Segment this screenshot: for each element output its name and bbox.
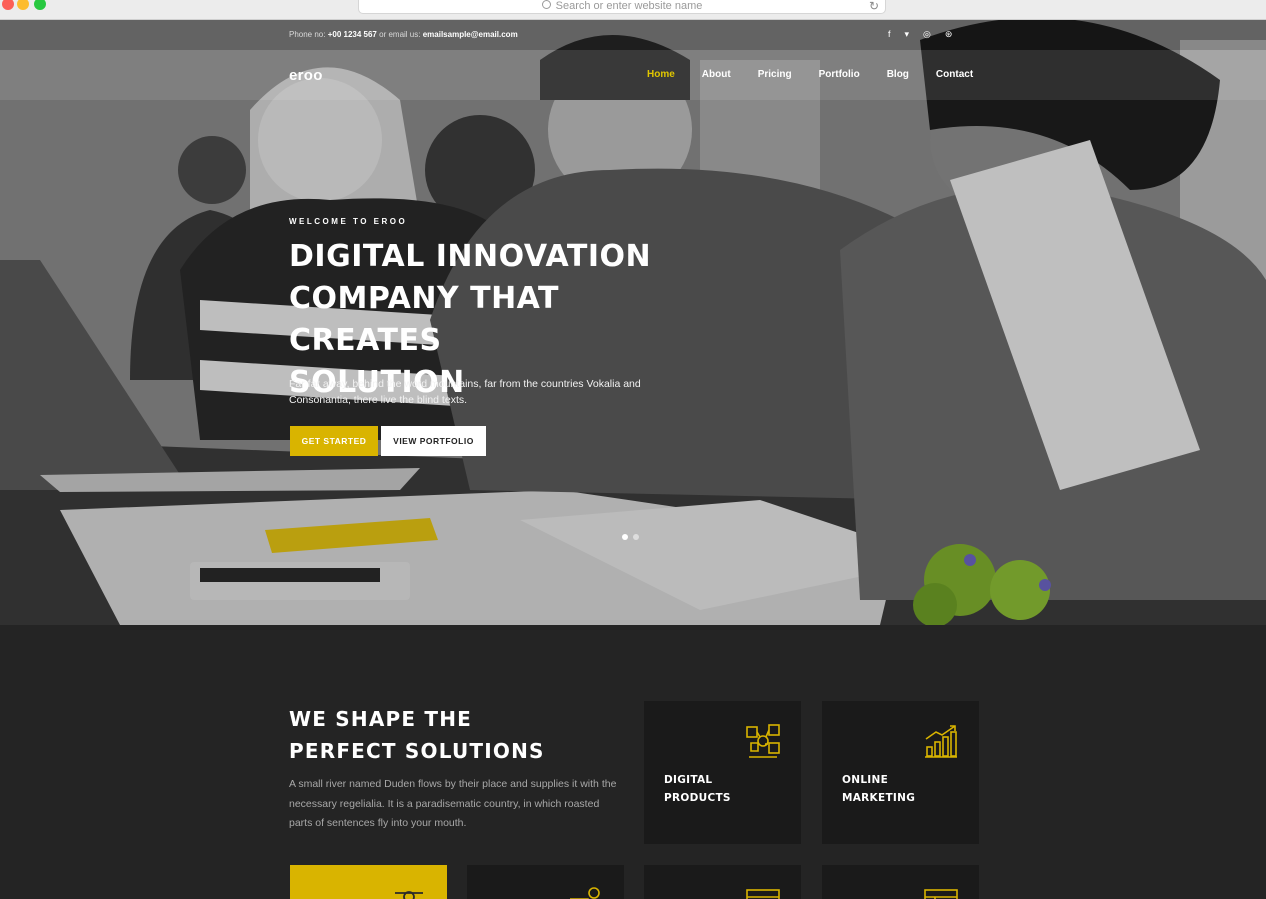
address-placeholder: Search or enter website name (555, 0, 703, 12)
site-logo[interactable]: eroo (289, 67, 323, 84)
address-bar[interactable]: Search or enter website name ↻ (358, 0, 886, 14)
services-section: WE SHAPE THE PERFECT SOLUTIONS A small r… (0, 625, 1266, 899)
hero-eyebrow: WELCOME TO EROO (289, 217, 408, 226)
digital-products-icon (746, 724, 780, 758)
carousel-dot[interactable] (622, 534, 628, 540)
web-layout-icon (924, 889, 958, 899)
design-tool-icon (395, 891, 423, 899)
main-navbar: eroo Home About Pricing Portfolio Blog C… (0, 50, 1266, 100)
social-links: f ▾ ◎ ⊛ (888, 29, 952, 40)
phone-number[interactable]: +00 1234 567 (328, 30, 377, 39)
get-started-button[interactable]: GET STARTED (290, 426, 378, 456)
services-description: A small river named Duden flows by their… (289, 778, 617, 829)
carousel-dots (622, 534, 639, 540)
nav-portfolio[interactable]: Portfolio (819, 69, 860, 80)
browser-toolbar: Search or enter website name ↻ (0, 0, 1266, 20)
close-window-button[interactable] (2, 0, 14, 10)
hero-section: Phone no: +00 1234 567 or email us: emai… (0, 20, 1266, 625)
nav-about[interactable]: About (702, 69, 731, 80)
zoom-window-button[interactable] (34, 0, 46, 10)
top-contact-bar: Phone no: +00 1234 567 or email us: emai… (0, 20, 1266, 50)
nav-contact[interactable]: Contact (936, 69, 973, 80)
service-card-label: ONLINE MARKETING (842, 771, 915, 807)
email-prefix: or email us: (379, 30, 421, 39)
contact-info: Phone no: +00 1234 567 or email us: emai… (289, 30, 518, 39)
services-title: WE SHAPE THE PERFECT SOLUTIONS (289, 703, 545, 767)
minimize-window-button[interactable] (17, 0, 29, 10)
carousel-dot[interactable] (633, 534, 639, 540)
browser-window-icon (746, 889, 780, 899)
hero-headline-line: COMPANY THAT CREATES (289, 281, 560, 358)
instagram-icon[interactable]: ◎ (923, 29, 931, 40)
service-card[interactable] (290, 865, 447, 899)
services-title-line: WE SHAPE THE (289, 707, 473, 731)
service-card-label: DIGITAL PRODUCTS (664, 771, 731, 807)
service-card[interactable] (644, 865, 801, 899)
main-nav: Home About Pricing Portfolio Blog Contac… (647, 69, 1000, 80)
dribbble-icon[interactable]: ⊛ (945, 29, 953, 40)
hero-headline-line: DIGITAL INNOVATION (289, 239, 652, 274)
service-card[interactable] (467, 865, 624, 899)
services-title-line: PERFECT SOLUTIONS (289, 739, 545, 763)
service-card[interactable] (822, 865, 979, 899)
service-card-digital-products[interactable]: DIGITAL PRODUCTS (644, 701, 801, 844)
view-portfolio-button[interactable]: VIEW PORTFOLIO (381, 426, 486, 456)
nav-pricing[interactable]: Pricing (758, 69, 792, 80)
growth-chart-icon (925, 725, 957, 758)
nav-blog[interactable]: Blog (887, 69, 909, 80)
phone-prefix: Phone no: (289, 30, 326, 39)
service-card-label-line: ONLINE (842, 774, 889, 786)
reload-icon[interactable]: ↻ (869, 0, 879, 17)
search-icon (541, 0, 551, 9)
service-card-label-line: DIGITAL (664, 774, 713, 786)
email-address[interactable]: emailsample@email.com (423, 30, 518, 39)
service-card-online-marketing[interactable]: ONLINE MARKETING (822, 701, 979, 844)
nav-home[interactable]: Home (647, 69, 675, 80)
facebook-icon[interactable]: f (888, 29, 891, 40)
service-card-label-line: PRODUCTS (664, 792, 731, 804)
hero-lead: Far far away, behind the word mountains,… (289, 378, 641, 406)
twitter-icon[interactable]: ▾ (905, 29, 910, 40)
settings-icon (570, 887, 600, 899)
service-card-label-line: MARKETING (842, 792, 916, 804)
